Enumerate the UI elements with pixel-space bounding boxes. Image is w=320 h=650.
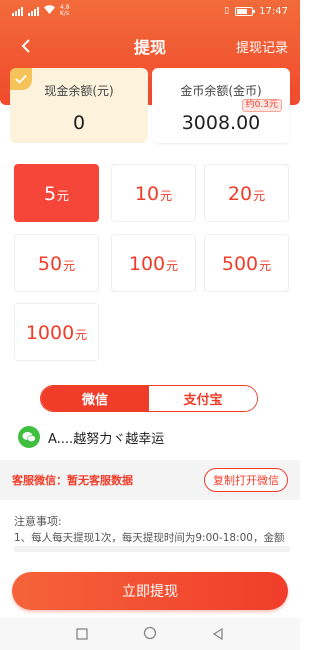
amount-unit: 元 [57,189,70,203]
amount-number: 20 [227,183,253,205]
amount-number: 10 [134,183,160,205]
battery-icon [235,6,256,16]
status-bar: 4.8 K/s ▯ 17:47 [0,0,300,22]
amount-option-5[interactable]: 5元 [14,164,99,222]
amount-number: 50 [37,253,63,275]
amount-option-100[interactable]: 100 元 [111,234,196,292]
withdraw-now-button[interactable]: 立即提现 [12,572,288,610]
withdraw-record-link[interactable]: 提现记录 [236,37,288,56]
tab-alipay[interactable]: 支付宝 [149,386,257,411]
coin-approx-badge: 约0.3元 [241,99,282,112]
page-title: 提现 [133,38,166,57]
amount-unit: 元 [75,328,88,342]
amount-number: 500 [221,253,259,275]
home-icon[interactable] [143,625,157,644]
copy-open-wechat-button[interactable]: 复制打开微信 [204,468,288,492]
coin-balance-value: 3008.00 [181,112,261,134]
cash-balance-card[interactable]: 现金余额(元) 0 [10,68,148,143]
wechat-icon [18,426,40,448]
amount-option-500[interactable]: 500 元 [204,234,289,292]
amount-number: 5 [43,183,57,205]
coin-balance-card[interactable]: 金币余额(金币) 约0.3元 3008.00 [152,68,290,143]
net-speed: 4.8 K/s [60,5,70,17]
status-time: 17:47 [259,5,288,17]
back-nav-icon[interactable] [212,625,224,644]
payment-account-row: A....越努力ヾ越幸运 [18,424,164,450]
amount-unit: 元 [253,189,266,203]
amount-number: 100 [128,253,166,275]
amount-number: 1000 [25,322,75,344]
account-name: A....越努力ヾ越幸运 [48,431,165,447]
signal-icon [12,6,23,16]
cash-balance-value: 0 [72,112,86,134]
vibrate-icon: ▯ [224,6,230,16]
amount-option-10[interactable]: 10 元 [111,164,196,222]
recent-apps-icon[interactable] [76,625,88,644]
amount-unit: 元 [63,259,76,273]
amount-unit: 元 [166,259,179,273]
amount-option-20[interactable]: 20 元 [204,164,289,222]
wifi-icon [44,5,55,17]
android-nav-bar [0,618,300,650]
coin-balance-label: 金币余额(金币) [180,84,262,98]
amount-unit: 元 [160,189,173,203]
customer-service-strip: 客服微信：暂无客服数据 复制打开微信 [0,460,300,500]
back-arrow-icon[interactable] [14,34,38,58]
notes-line-obscured [14,546,290,552]
nav-bar: 提现 提现记录 [0,30,300,62]
notes-line: 1、每人每天提现1次，每天提现时间为9:00-18:00，金额 [14,532,285,544]
signal-icon-2 [28,6,39,16]
amount-option-1000[interactable]: 1000 元 [14,303,99,361]
cash-balance-label: 现金余额(元) [44,84,114,98]
tab-wechat[interactable]: 微信 [41,386,149,411]
service-wechat-text: 客服微信：暂无客服数据 [12,474,133,487]
amount-unit: 元 [259,259,272,273]
amount-option-50[interactable]: 50 元 [14,234,99,292]
notes-title: 注意事项: [14,515,62,528]
payment-method-tabs: 微信 支付宝 [40,385,258,412]
net-speed-unit: K/s [60,10,70,17]
